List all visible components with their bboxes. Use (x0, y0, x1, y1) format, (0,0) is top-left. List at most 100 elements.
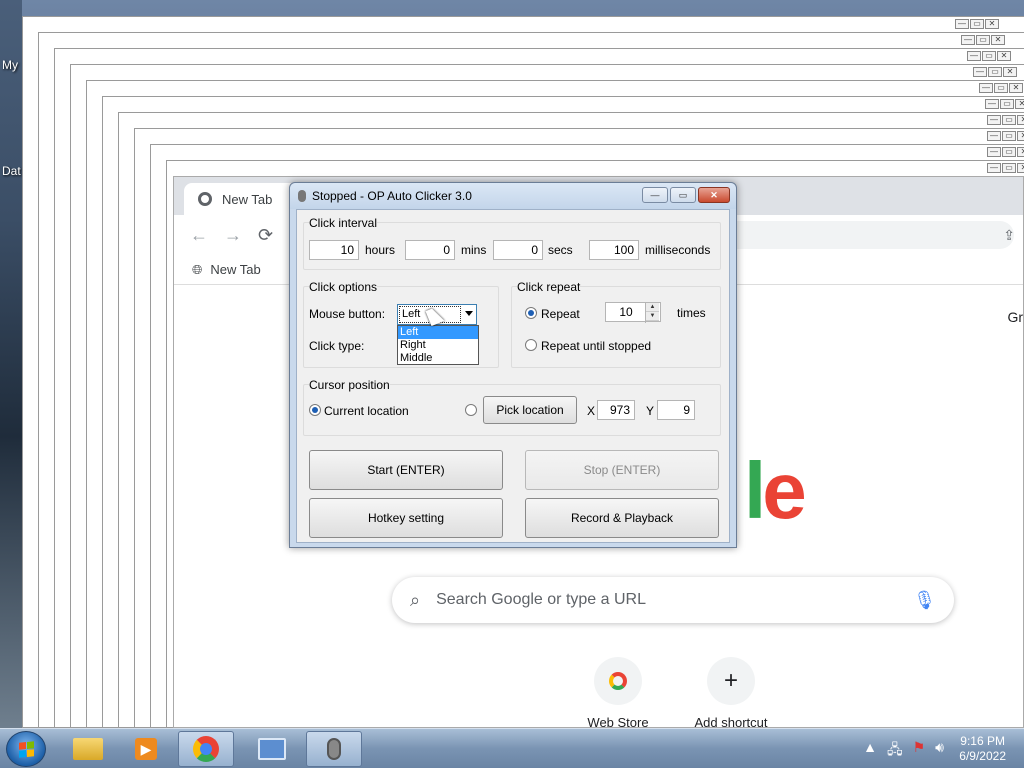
repeat-until-stopped-radio[interactable] (525, 339, 537, 351)
action-center-icon[interactable]: ⚑ (913, 739, 926, 763)
volume-icon[interactable]: 🔊︎ (935, 739, 944, 763)
ghost-control-icon: ▭ (1002, 147, 1016, 157)
file-explorer-icon[interactable] (60, 731, 116, 767)
stop-button[interactable]: Stop (ENTER) (525, 450, 719, 490)
system-clock[interactable]: 9:16 PM 6/9/2022 (959, 734, 1006, 764)
repeat-radio[interactable] (525, 307, 537, 319)
network-icon[interactable]: 🖧︎ (887, 739, 903, 763)
globe-icon: 🌐︎ (192, 261, 203, 277)
stepper-up-icon[interactable]: ▲ (646, 303, 659, 312)
dropdown-option-right[interactable]: Right (398, 339, 478, 352)
shortcut-add[interactable]: + Add shortcut (681, 657, 781, 727)
chrome-icon[interactable] (178, 731, 234, 767)
media-player-icon[interactable]: ▶ (118, 731, 174, 767)
bookmark-item[interactable]: New Tab (210, 262, 260, 277)
dropdown-option-left[interactable]: Left (398, 326, 478, 339)
ghost-control-icon: ▭ (976, 35, 990, 45)
ghost-control-icon: ✕ (1003, 67, 1017, 77)
maximize-button[interactable]: ▭ (670, 187, 696, 203)
stepper-down-icon[interactable]: ▼ (646, 312, 659, 321)
hotkey-setting-button[interactable]: Hotkey setting (309, 498, 503, 538)
click-repeat-group (511, 286, 721, 368)
auto-clicker-dialog[interactable]: Stopped - OP Auto Clicker 3.0 — ▭ ✕ Clic… (289, 182, 737, 548)
ghost-control-icon: ▭ (1002, 131, 1016, 141)
mouse-icon (298, 190, 306, 202)
taskbar: ▶ ▲ 🖧︎ ⚑ 🔊︎ 9:16 PM 6/9/2022 (0, 728, 1024, 768)
ghost-control-icon: ✕ (1017, 131, 1024, 141)
ghost-control-icon: — (955, 19, 969, 29)
ghost-control-icon: — (967, 51, 981, 61)
chrome-web-store-icon (594, 657, 642, 705)
forward-icon[interactable]: → (224, 225, 242, 246)
click-type-label: Click type: (309, 339, 365, 353)
pick-location-button[interactable]: Pick location (483, 396, 577, 424)
y-coordinate-input[interactable]: 9 (657, 400, 695, 420)
click-options-label: Click options (309, 280, 378, 294)
share-icon[interactable]: ⇪ (1003, 227, 1015, 244)
click-repeat-label: Click repeat (517, 280, 581, 294)
repeat-until-stopped-label: Repeat until stopped (541, 339, 652, 353)
ghost-control-icon: ✕ (1017, 163, 1024, 173)
milliseconds-label: milliseconds (645, 243, 711, 257)
hours-label: hours (365, 243, 396, 257)
ghost-control-icon: — (987, 131, 1001, 141)
start-button[interactable]: Start (ENTER) (309, 450, 503, 490)
microphone-icon[interactable]: 🎙︎ (913, 590, 936, 611)
system-tray: ▲ 🖧︎ ⚑ 🔊︎ (863, 739, 944, 763)
ghost-window-controls: — ▭ ✕ (961, 35, 1005, 45)
window-controls: — ▭ ✕ (642, 187, 730, 203)
clock-time: 9:16 PM (960, 734, 1005, 748)
repeat-label: Repeat (541, 307, 580, 321)
ghost-control-icon: ▭ (1000, 99, 1014, 109)
shortcut-web-store[interactable]: Web Store (568, 657, 668, 727)
close-button[interactable]: ✕ (698, 187, 730, 203)
record-playback-button[interactable]: Record & Playback (525, 498, 719, 538)
hours-input[interactable]: 10 (309, 240, 359, 260)
ghost-window-controls: — ▭ ✕ (955, 19, 999, 29)
mouse-button-dropdown[interactable]: Left Right Middle (397, 325, 479, 365)
start-button[interactable] (6, 731, 46, 767)
desktop-icon-label[interactable]: My (2, 58, 18, 72)
milliseconds-input[interactable]: 100 (589, 240, 639, 260)
ghost-window-controls: — ▭ ✕ (985, 99, 1024, 109)
dialog-body: Click interval 10 hours 0 mins 0 secs 10… (296, 209, 730, 543)
minimize-button[interactable]: — (642, 187, 668, 203)
ghost-control-icon: ▭ (970, 19, 984, 29)
x-coordinate-input[interactable]: 973 (597, 400, 635, 420)
mouse-button-label: Mouse button: (309, 307, 386, 321)
desktop-icon-label[interactable]: Dat (2, 164, 21, 178)
partial-account-text[interactable]: Gr (1007, 309, 1023, 325)
chrome-tab-icon (198, 192, 212, 206)
current-location-radio[interactable] (309, 404, 321, 416)
chevron-down-icon (465, 311, 473, 316)
search-input[interactable]: ⌕ Search Google or type a URL 🎙︎ (392, 577, 954, 623)
dropdown-option-middle[interactable]: Middle (398, 352, 478, 365)
ghost-control-icon: ✕ (985, 19, 999, 29)
ghost-control-icon: — (987, 115, 1001, 125)
ghost-control-icon: — (973, 67, 987, 77)
auto-clicker-mouse-icon[interactable] (306, 731, 362, 767)
ghost-control-icon: ✕ (991, 35, 1005, 45)
ghost-control-icon: ▭ (1002, 163, 1016, 173)
back-icon[interactable]: ← (190, 225, 208, 246)
ghost-control-icon: ✕ (1017, 115, 1024, 125)
show-hidden-icons-icon[interactable]: ▲ (863, 739, 877, 763)
network-app-icon[interactable] (244, 731, 300, 767)
mins-input[interactable]: 0 (405, 240, 455, 260)
windows-logo-icon (18, 740, 34, 758)
tab-title: New Tab (222, 191, 273, 207)
click-interval-label: Click interval (309, 216, 378, 230)
ghost-control-icon: ✕ (997, 51, 1011, 61)
google-logo: le (744, 446, 807, 535)
clock-date: 6/9/2022 (959, 749, 1006, 763)
ghost-control-icon: — (985, 99, 999, 109)
ghost-control-icon: ✕ (1009, 83, 1023, 93)
pick-location-radio[interactable] (465, 404, 477, 416)
plus-icon: + (707, 657, 755, 705)
reload-icon[interactable]: ⟳ (258, 225, 273, 246)
ghost-window-controls: — ▭ ✕ (987, 163, 1024, 173)
secs-input[interactable]: 0 (493, 240, 543, 260)
ghost-window-controls: — ▭ ✕ (987, 131, 1024, 141)
ghost-control-icon: ▭ (988, 67, 1002, 77)
repeat-stepper[interactable]: ▲ ▼ (645, 303, 659, 323)
